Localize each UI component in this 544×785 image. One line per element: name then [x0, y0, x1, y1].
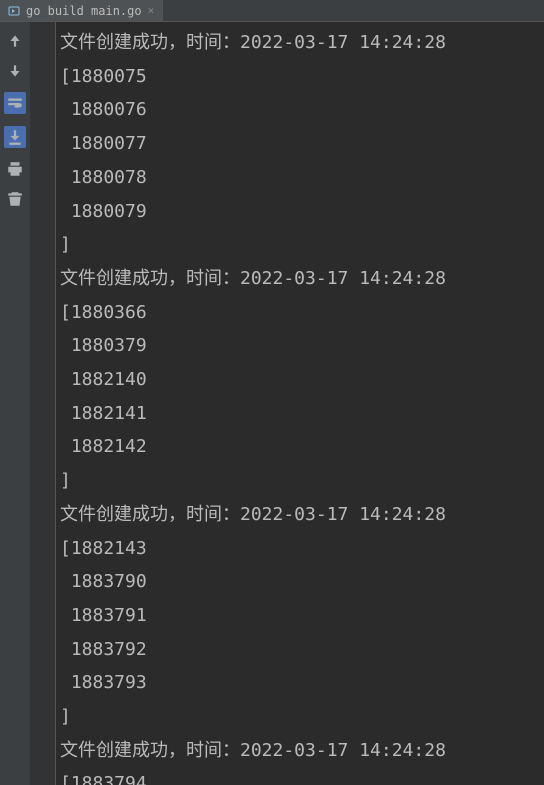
scroll-to-end-icon[interactable]	[4, 126, 26, 148]
output-line: 1880078	[60, 161, 540, 195]
output-line: 1883790	[60, 565, 540, 599]
soft-wrap-icon[interactable]	[4, 92, 26, 114]
tab-label: go build main.go	[26, 4, 142, 18]
output-line: 文件创建成功，时间：2022-03-17 14:24:28	[60, 26, 540, 60]
output-line: 文件创建成功，时间：2022-03-17 14:24:28	[60, 734, 540, 768]
output-line: 1880379	[60, 329, 540, 363]
output-line: 1883792	[60, 633, 540, 667]
output-line: 1882142	[60, 430, 540, 464]
gutter	[30, 22, 56, 785]
tab-run-config[interactable]: go build main.go ×	[0, 0, 163, 21]
output-line: 1883793	[60, 666, 540, 700]
output-line: 文件创建成功，时间：2022-03-17 14:24:28	[60, 498, 540, 532]
output-line: 1883791	[60, 599, 540, 633]
tab-bar: go build main.go ×	[0, 0, 544, 22]
output-line: 1882140	[60, 363, 540, 397]
run-icon	[8, 5, 20, 17]
print-icon[interactable]	[6, 160, 24, 178]
close-icon[interactable]: ×	[148, 4, 155, 17]
output-line: [1880075	[60, 60, 540, 94]
output-line: 文件创建成功，时间：2022-03-17 14:24:28	[60, 262, 540, 296]
toolbar	[0, 22, 30, 785]
output-line: [1883794	[60, 767, 540, 785]
output-line: 1882141	[60, 397, 540, 431]
console-output[interactable]: 文件创建成功，时间：2022-03-17 14:24:28[1880075 18…	[56, 22, 544, 785]
output-line: [1882143	[60, 532, 540, 566]
output-line: 1880079	[60, 195, 540, 229]
trash-icon[interactable]	[6, 190, 24, 208]
output-line: ]	[60, 464, 540, 498]
arrow-down-icon[interactable]	[6, 62, 24, 80]
output-line: ]	[60, 700, 540, 734]
output-line: ]	[60, 228, 540, 262]
output-line: [1880366	[60, 296, 540, 330]
arrow-up-icon[interactable]	[6, 32, 24, 50]
output-line: 1880076	[60, 93, 540, 127]
output-line: 1880077	[60, 127, 540, 161]
content-area: 文件创建成功，时间：2022-03-17 14:24:28[1880075 18…	[0, 22, 544, 785]
